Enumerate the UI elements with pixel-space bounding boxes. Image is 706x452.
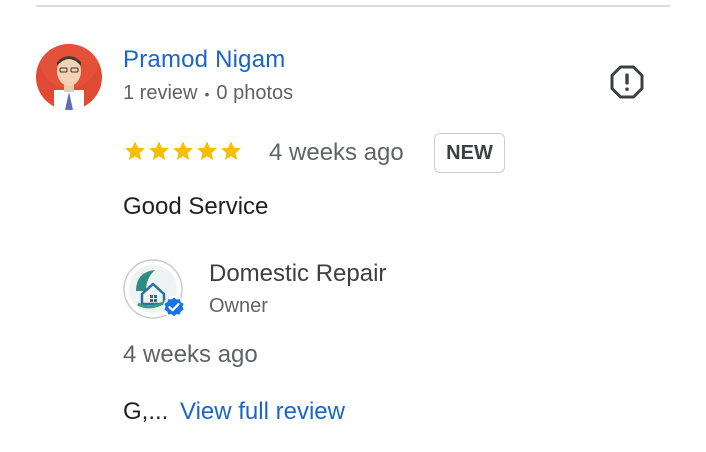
top-divider — [36, 5, 670, 7]
star-icon — [219, 139, 243, 163]
verified-badge-icon — [163, 296, 185, 318]
new-badge: NEW — [434, 133, 505, 173]
owner-role: Owner — [209, 295, 268, 317]
review-time: 4 weeks ago — [269, 139, 404, 166]
star-rating — [123, 139, 243, 163]
review-count: 1 review — [123, 82, 198, 104]
reply-time: 4 weeks ago — [123, 341, 258, 368]
reviewer-name[interactable]: Pramod Nigam — [123, 46, 285, 74]
reply-snippet: G,... — [123, 398, 169, 425]
reviewer-meta: 1 review • 0 photos — [123, 82, 293, 105]
report-octagon-icon[interactable] — [609, 64, 645, 100]
star-icon — [147, 139, 171, 163]
reviewer-avatar[interactable] — [36, 44, 102, 110]
meta-separator: • — [204, 85, 210, 102]
view-full-review-link[interactable]: View full review — [180, 398, 345, 426]
owner-name: Domestic Repair — [209, 260, 387, 287]
star-icon — [171, 139, 195, 163]
review-text: Good Service — [123, 193, 269, 220]
star-icon — [195, 139, 219, 163]
photo-count: 0 photos — [216, 82, 294, 104]
star-icon — [123, 139, 147, 163]
owner-avatar — [122, 258, 188, 324]
